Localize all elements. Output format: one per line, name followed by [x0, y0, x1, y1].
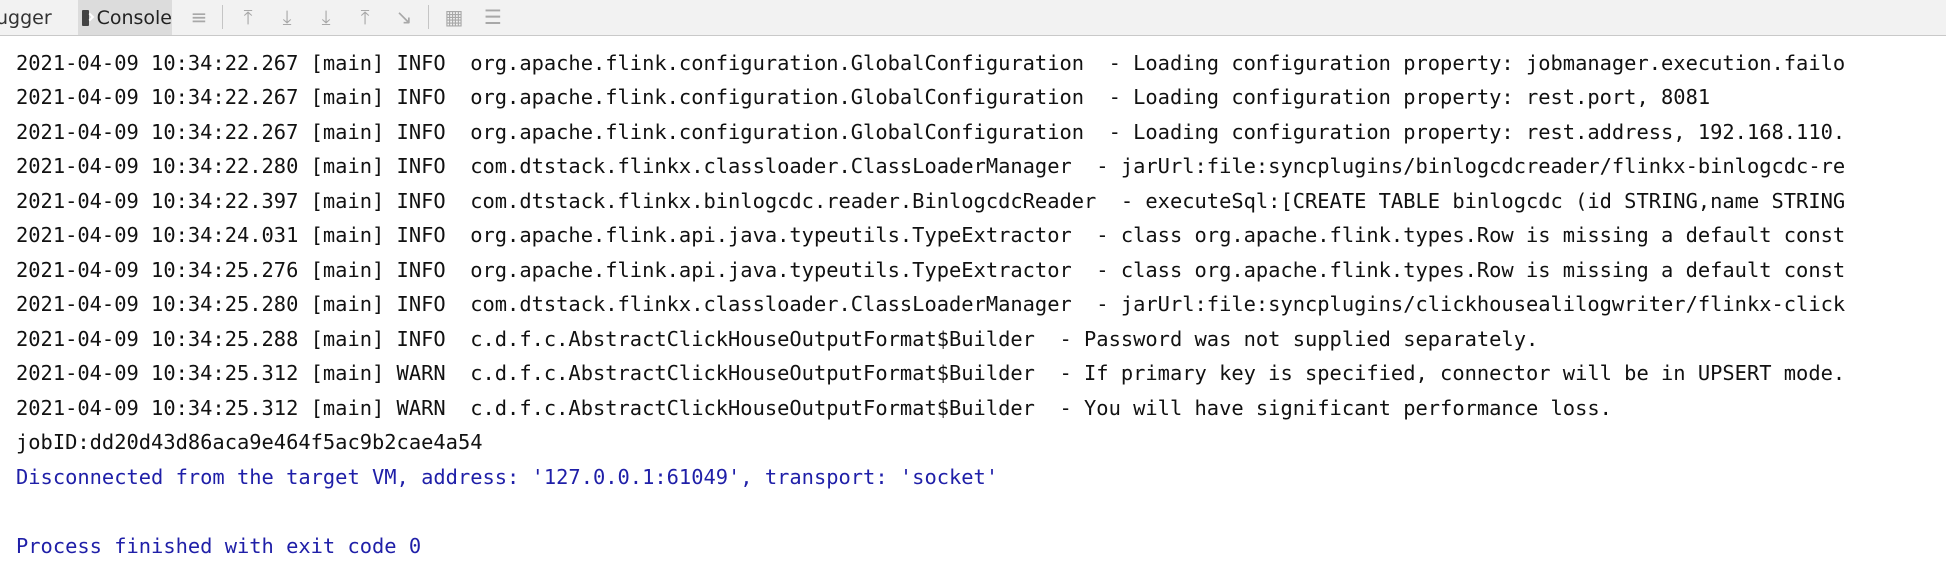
tab-console-label: Console — [96, 6, 172, 29]
step-out-icon[interactable]: ⤒ — [352, 4, 378, 30]
console-line-system: Process finished with exit code 0 — [16, 534, 422, 558]
tab-debugger[interactable]: ugger — [0, 0, 52, 35]
menu-lines-icon[interactable]: ≡ — [186, 4, 212, 30]
console-output[interactable]: 2021-04-09 10:34:22.267 [main] INFO org.… — [0, 35, 1946, 588]
step-into-icon[interactable]: ⤓ — [313, 4, 339, 30]
console-line: 2021-04-09 10:34:22.267 [main] INFO org.… — [16, 51, 1846, 75]
trace-settings-icon[interactable]: ☰ — [480, 4, 506, 30]
console-line: 2021-04-09 10:34:22.267 [main] INFO org.… — [16, 120, 1846, 144]
console-line: 2021-04-09 10:34:25.288 [main] INFO c.d.… — [16, 327, 1539, 351]
console-line: 2021-04-09 10:34:22.280 [main] INFO com.… — [16, 154, 1846, 178]
console-line: 2021-04-09 10:34:24.031 [main] INFO org.… — [16, 223, 1846, 247]
tab-debugger-label: ugger — [0, 6, 52, 29]
run-to-cursor-icon[interactable]: ↘ — [391, 4, 417, 30]
console-line: 2021-04-09 10:34:25.276 [main] INFO org.… — [16, 258, 1846, 282]
console-icon — [82, 9, 89, 26]
console-line: 2021-04-09 10:34:22.397 [main] INFO com.… — [16, 189, 1846, 213]
console-toolbar: ugger Console ≡ ⤒ ⤓ ⤓ ⤒ ↘ ▦ ☰ — [0, 0, 1946, 36]
step-over-icon[interactable]: ⤓ — [274, 4, 300, 30]
tab-console[interactable]: Console — [78, 0, 172, 35]
console-line: 2021-04-09 10:34:25.312 [main] WARN c.d.… — [16, 361, 1846, 385]
scroll-to-top-icon[interactable]: ⤒ — [235, 4, 261, 30]
console-line: 2021-04-09 10:34:25.312 [main] WARN c.d.… — [16, 396, 1612, 420]
console-line: 2021-04-09 10:34:22.267 [main] INFO org.… — [16, 85, 1711, 109]
toolbar-separator — [428, 5, 429, 29]
console-line: jobID:dd20d43d86aca9e464f5ac9b2cae4a54 — [16, 430, 483, 454]
evaluate-table-icon[interactable]: ▦ — [441, 4, 467, 30]
toolbar-separator — [222, 5, 223, 29]
console-line-system: Disconnected from the target VM, address… — [16, 465, 999, 489]
console-line: 2021-04-09 10:34:25.280 [main] INFO com.… — [16, 292, 1846, 316]
